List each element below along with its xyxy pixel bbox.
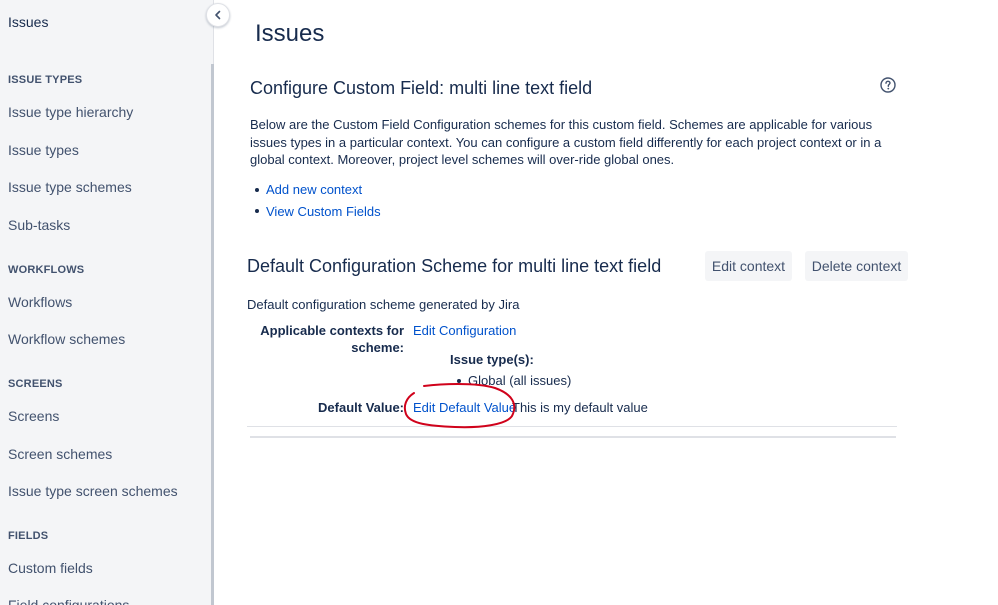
sidebar-section-screens: SCREENS — [8, 378, 63, 390]
sidebar-title[interactable]: Issues — [8, 14, 48, 30]
page-title: Issues — [255, 20, 325, 47]
default-value-label: Default Value: — [318, 400, 404, 415]
sidebar-section-workflows: WORKFLOWS — [8, 264, 85, 276]
sidebar-scrollbar[interactable] — [211, 64, 214, 605]
main-content: Issues Configure Custom Field: multi lin… — [215, 0, 998, 605]
applicable-contexts-label: Applicable contexts for scheme: — [255, 323, 404, 355]
edit-configuration-link[interactable]: Edit Configuration — [413, 323, 516, 338]
sidebar-item-field-configurations[interactable]: Field configurations — [8, 597, 129, 605]
list-item: Add new context — [255, 179, 381, 201]
sidebar-item-workflow-schemes[interactable]: Workflow schemes — [8, 331, 125, 347]
issue-types-label: Issue type(s): — [450, 352, 534, 367]
sidebar-item-issue-type-hierarchy[interactable]: Issue type hierarchy — [8, 104, 133, 120]
configure-custom-field-title: Configure Custom Field: multi line text … — [250, 78, 593, 98]
bullet — [457, 378, 461, 383]
custom-field-description: Below are the Custom Field Configuration… — [250, 117, 882, 167]
sidebar-item-sub-tasks[interactable]: Sub-tasks — [8, 217, 70, 233]
context-links: Add new context View Custom Fields — [255, 179, 381, 222]
issue-type-list-item: Global (all issues) — [457, 373, 571, 388]
edit-context-button[interactable]: Edit context — [705, 251, 792, 281]
sidebar-item-workflows[interactable]: Workflows — [8, 294, 72, 310]
scheme-description: Default configuration scheme generated b… — [247, 297, 520, 312]
list-item: View Custom Fields — [255, 201, 381, 223]
scheme-title: Default Configuration Scheme for multi l… — [247, 256, 662, 276]
divider — [247, 426, 897, 427]
sidebar-section-issue-types: ISSUE TYPES — [8, 74, 83, 86]
sidebar-item-screen-schemes[interactable]: Screen schemes — [8, 446, 112, 462]
divider — [250, 436, 896, 438]
issue-type-value: Global (all issues) — [468, 373, 572, 388]
view-custom-fields-link[interactable]: View Custom Fields — [266, 204, 381, 219]
sidebar-item-screens[interactable]: Screens — [8, 408, 59, 424]
applicable-contexts-label-line1: Applicable contexts for — [260, 323, 404, 338]
sidebar-item-issue-type-screen-schemes[interactable]: Issue type screen schemes — [8, 483, 178, 499]
sidebar-item-custom-fields[interactable]: Custom fields — [8, 560, 93, 576]
sidebar-item-issue-types[interactable]: Issue types — [8, 142, 79, 158]
sidebar-section-fields: FIELDS — [8, 530, 49, 542]
sidebar-item-issue-type-schemes[interactable]: Issue type schemes — [8, 179, 132, 195]
default-value-text: This is my default value — [512, 400, 648, 415]
applicable-contexts-label-line2: scheme: — [351, 340, 404, 355]
question-circle-icon[interactable] — [880, 77, 896, 93]
delete-context-button[interactable]: Delete context — [805, 251, 908, 281]
add-new-context-link[interactable]: Add new context — [266, 182, 362, 197]
edit-default-value-link[interactable]: Edit Default Value — [413, 400, 516, 415]
sidebar: Issues ISSUE TYPES Issue type hierarchy … — [0, 0, 214, 605]
